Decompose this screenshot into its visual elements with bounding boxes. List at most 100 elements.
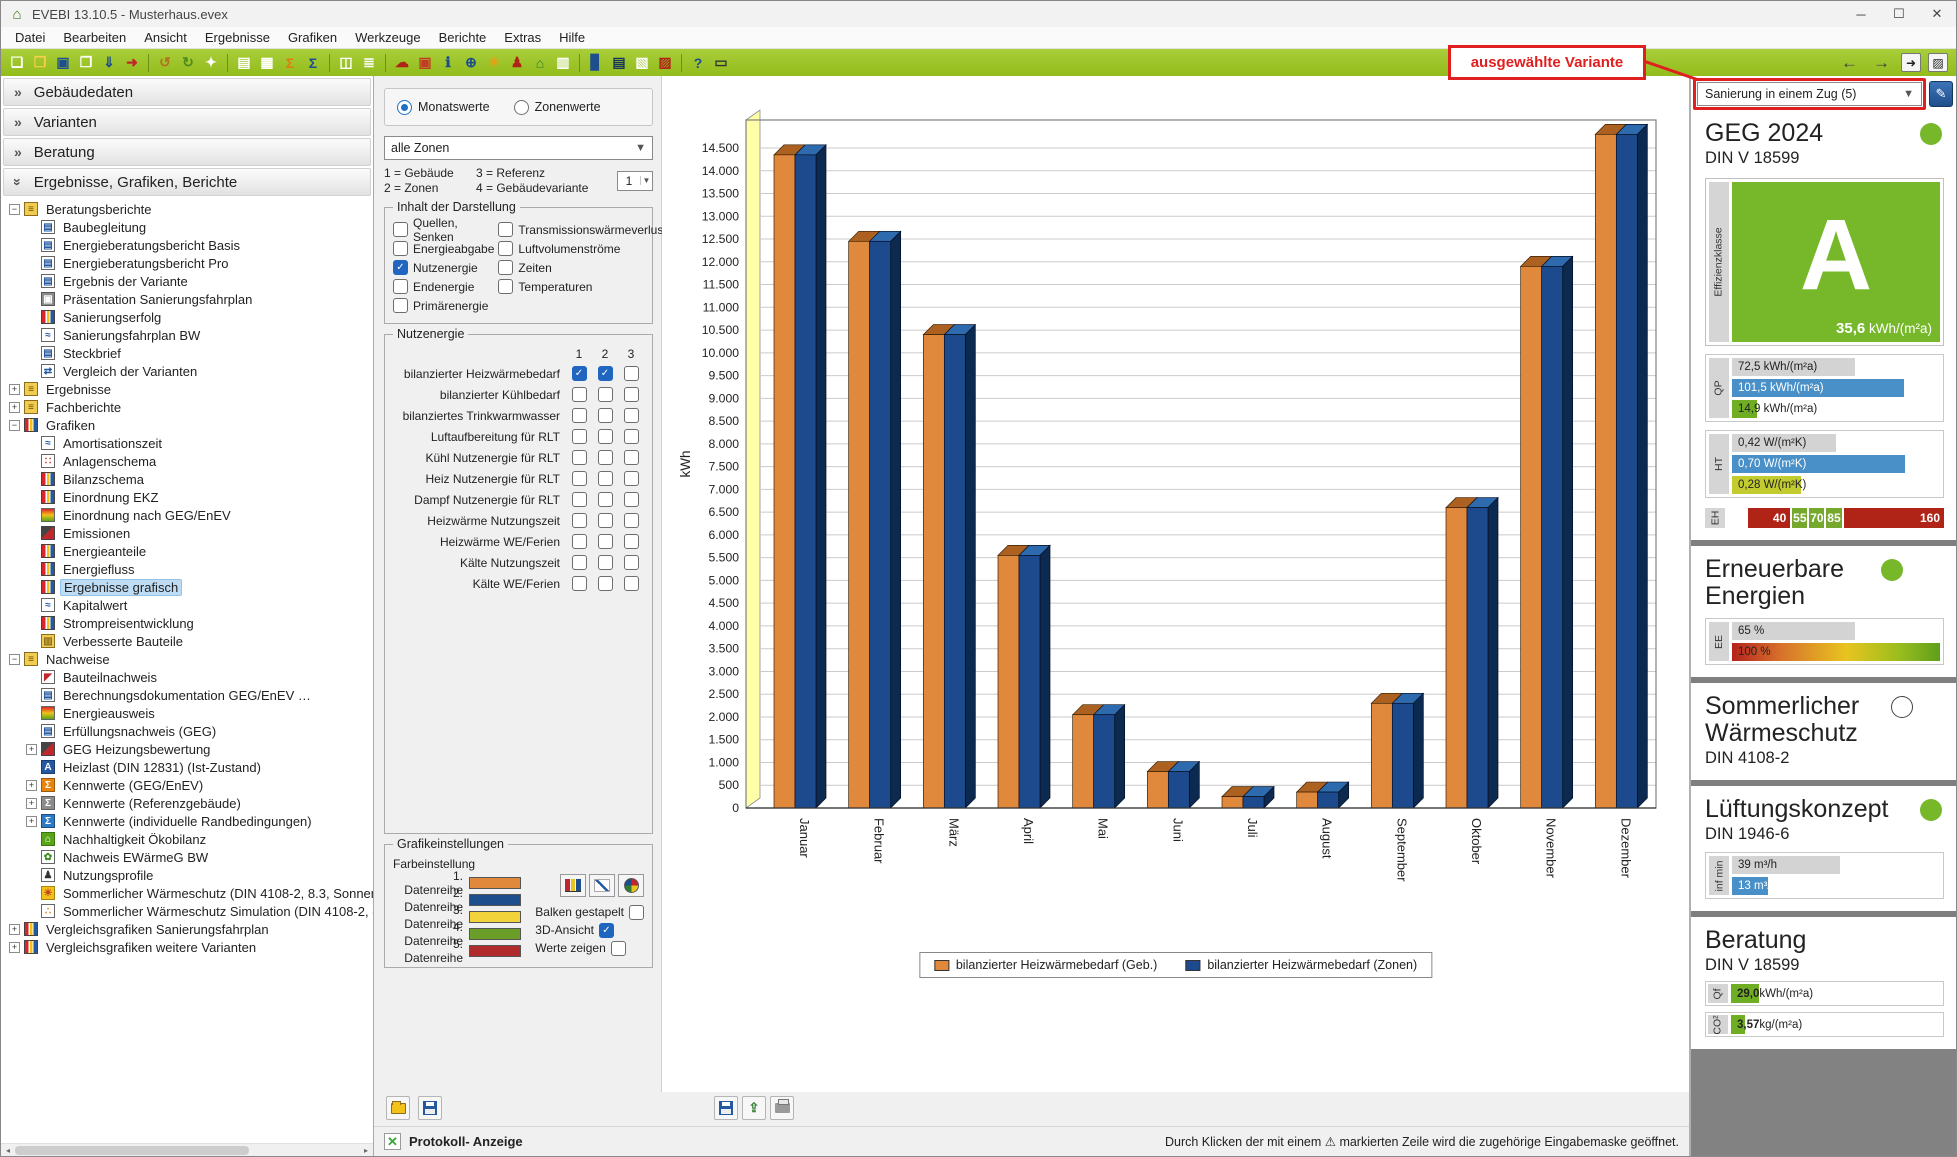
maximize-button[interactable]: ☐ — [1880, 1, 1918, 27]
grafik-option[interactable]: 3D-Ansicht✓ — [535, 921, 644, 939]
variant-dropdown[interactable]: Sanierung in einem Zug (5) ▼ — [1697, 82, 1922, 106]
tree-item[interactable]: +ΣKennwerte (GEG/EnEV) — [1, 776, 373, 794]
toolbar-save-all-icon[interactable]: ❐ — [76, 53, 96, 73]
tree-item[interactable]: +ΣKennwerte (Referenzgebäude) — [1, 794, 373, 812]
collapse-icon[interactable]: − — [9, 654, 20, 665]
color-swatch[interactable] — [469, 945, 521, 957]
checkbox[interactable]: ✓ — [572, 429, 587, 444]
toolbar-photo-icon[interactable]: ▣ — [415, 53, 435, 73]
expand-icon[interactable]: + — [9, 924, 20, 935]
checkbox[interactable]: ✓ — [598, 387, 613, 402]
checkbox[interactable]: ✓ — [572, 366, 587, 381]
inhalt-option[interactable]: ✓Transmissionswärmeverlust — [498, 220, 666, 239]
toolbar-web-icon[interactable]: ⊕ — [461, 53, 481, 73]
menu-bearbeiten[interactable]: Bearbeiten — [55, 28, 134, 47]
radio-monatswerte[interactable]: Monatswerte — [397, 100, 490, 115]
checkbox[interactable]: ✓ — [624, 513, 639, 528]
tree-item[interactable]: Ergebnisse grafisch — [1, 578, 373, 596]
sidebar-section-varianten[interactable]: »Varianten — [3, 108, 371, 136]
checkbox[interactable]: ✓ — [629, 905, 644, 920]
checkbox[interactable]: ✓ — [572, 450, 587, 465]
minimize-button[interactable]: ─ — [1842, 1, 1880, 27]
checkbox[interactable]: ✓ — [598, 408, 613, 423]
tree-item[interactable]: +≡Ergebnisse — [1, 380, 373, 398]
toolbar-monitor-icon[interactable]: ▭ — [711, 53, 731, 73]
checkbox[interactable]: ✓ — [624, 366, 639, 381]
tree-item[interactable]: ▤Berechnungsdokumentation GEG/EnEV … — [1, 686, 373, 704]
checkbox[interactable]: ✓ — [624, 576, 639, 591]
inhalt-option[interactable]: ✓Energieabgabe — [393, 239, 494, 258]
tree-item[interactable]: ≈Kapitalwert — [1, 596, 373, 614]
checkbox[interactable]: ✓ — [598, 513, 613, 528]
tree-item[interactable]: ▤Baubegleitung — [1, 218, 373, 236]
checkbox[interactable]: ✓ — [393, 241, 408, 256]
toolbar-export-icon[interactable]: ➜ — [122, 53, 142, 73]
inhalt-option[interactable]: ✓Luftvolumenströme — [498, 239, 666, 258]
toolbar-house-icon[interactable]: ⌂ — [530, 53, 550, 73]
checkbox[interactable]: ✓ — [498, 260, 513, 275]
collapse-icon[interactable]: − — [9, 420, 20, 431]
expand-icon[interactable]: + — [26, 816, 37, 827]
export-chart-button[interactable]: ⇪ — [742, 1096, 766, 1120]
checkbox[interactable]: ✓ — [624, 387, 639, 402]
toolbar-open-folder-icon[interactable]: ❒ — [30, 53, 50, 73]
toolbar-import-icon[interactable]: ⇓ — [99, 53, 119, 73]
checkbox[interactable]: ✓ — [624, 408, 639, 423]
tree-item[interactable]: Sanierungserfolg — [1, 308, 373, 326]
checkbox[interactable]: ✓ — [624, 492, 639, 507]
toolbar-emissions-icon[interactable]: ☁ — [392, 53, 412, 73]
save-chart-button[interactable] — [714, 1096, 738, 1120]
checkbox[interactable]: ✓ — [393, 222, 408, 237]
color-swatch[interactable] — [469, 877, 521, 889]
inhalt-option[interactable]: ✓Primärenergie — [393, 296, 494, 315]
checkbox[interactable]: ✓ — [624, 471, 639, 486]
menu-ergebnisse[interactable]: Ergebnisse — [197, 28, 278, 47]
checkbox[interactable]: ✓ — [498, 222, 513, 237]
hscroll-track[interactable] — [15, 1145, 359, 1156]
tree-item[interactable]: +Vergleichsgrafiken Sanierungsfahrplan — [1, 920, 373, 938]
hscroll-thumb[interactable] — [15, 1146, 249, 1155]
checkbox[interactable]: ✓ — [624, 555, 639, 570]
checkbox[interactable]: ✓ — [572, 471, 587, 486]
checkbox[interactable]: ✓ — [624, 534, 639, 549]
grafik-option[interactable]: Werte zeigen✓ — [535, 939, 644, 957]
tree-item[interactable]: ⇄Vergleich der Varianten — [1, 362, 373, 380]
toolbar-report-icon[interactable]: ▤ — [234, 53, 254, 73]
tree-item[interactable]: ▤Energieberatungsbericht Basis — [1, 236, 373, 254]
tree-item[interactable]: ≈Amortisationszeit — [1, 434, 373, 452]
tree-item[interactable]: Energieanteile — [1, 542, 373, 560]
color-swatch[interactable] — [469, 928, 521, 940]
expand-icon[interactable]: + — [26, 780, 37, 791]
checkbox[interactable]: ✓ — [598, 429, 613, 444]
toolbar-info-icon[interactable]: ℹ — [438, 53, 458, 73]
tree-item[interactable]: Einordnung nach GEG/EnEV — [1, 506, 373, 524]
tree-item[interactable]: ≈Sanierungsfahrplan BW — [1, 326, 373, 344]
checkbox[interactable]: ✓ — [624, 450, 639, 465]
toolbar-sun-icon[interactable]: ☀ — [484, 53, 504, 73]
checkbox[interactable]: ✓ — [598, 534, 613, 549]
tree-item[interactable]: ∷Anlagenschema — [1, 452, 373, 470]
tree-item[interactable]: +Vergleichsgrafiken weitere Varianten — [1, 938, 373, 956]
checkbox[interactable]: ✓ — [572, 576, 587, 591]
hscroll-right-arrow[interactable]: ▸ — [359, 1146, 373, 1155]
toolbar-kfw-doc-icon[interactable]: ▥ — [553, 53, 573, 73]
checkbox[interactable]: ✓ — [598, 555, 613, 570]
tree-item[interactable]: AHeizlast (DIN 12831) (Ist-Zustand) — [1, 758, 373, 776]
checkbox[interactable]: ✓ — [572, 408, 587, 423]
checkbox[interactable]: ✓ — [599, 923, 614, 938]
tree-item[interactable]: Energiefluss — [1, 560, 373, 578]
chart-type-line-button[interactable] — [589, 874, 615, 897]
open-settings-button[interactable] — [386, 1096, 410, 1120]
checkbox[interactable]: ✓ — [598, 471, 613, 486]
hscroll-left-arrow[interactable]: ◂ — [1, 1146, 15, 1155]
variant-spinner[interactable]: 1 ▼ — [617, 171, 653, 191]
sidebar-section-ergebnisse[interactable]: »Ergebnisse, Grafiken, Berichte — [3, 168, 371, 196]
nav-goto-variant-icon[interactable]: ➜ — [1901, 53, 1921, 72]
menu-extras[interactable]: Extras — [496, 28, 549, 47]
checkbox[interactable]: ✓ — [572, 513, 587, 528]
tree-item[interactable]: +≡Fachberichte — [1, 398, 373, 416]
checkbox[interactable]: ✓ — [572, 387, 587, 402]
radio-zonenwerte[interactable]: Zonenwerte — [514, 100, 601, 115]
inhalt-option[interactable]: ✓Temperaturen — [498, 277, 666, 296]
toolbar-structure-icon[interactable]: ◫ — [336, 53, 356, 73]
